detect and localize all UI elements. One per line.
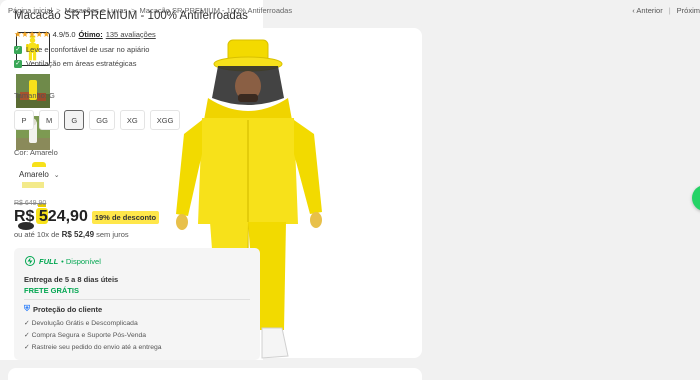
old-price: R$ 649,90 <box>14 200 47 207</box>
delivery-estimate: Entrega de 5 a 8 dias úteis <box>24 275 119 284</box>
size-selector: P M G GG XG XGG <box>14 110 181 130</box>
rating-value: 4.9/5.0 <box>52 30 76 39</box>
price-row: R$ 524,90 19% de desconto <box>14 208 160 226</box>
discount-badge: 19% de desconto <box>91 210 160 224</box>
size-option-m[interactable]: M <box>39 110 60 130</box>
gallery-bottom-strip <box>8 368 422 380</box>
chevron-down-icon: ⌄ <box>53 171 60 179</box>
size-option-gg[interactable]: GG <box>89 110 115 130</box>
installments-prefix: ou até 10x de <box>14 230 60 239</box>
installments-value: R$ 52,49 <box>61 230 95 239</box>
protection-bullet: ✓ Compra Segura e Suporte Pós-Venda <box>24 332 147 339</box>
feature-text: Ventilação em áreas estratégicas <box>26 59 137 68</box>
divider <box>24 299 250 300</box>
size-label: Tamanho: G <box>14 91 55 100</box>
feature-text: Leve e confortável de usar no apiário <box>26 45 150 54</box>
full-label: FULL <box>39 256 59 266</box>
installments-suffix: sem juros <box>96 230 129 239</box>
free-shipping-label: FRETE GRÁTIS <box>24 286 80 295</box>
rating-stars-icon: ★★★★★ <box>14 29 50 39</box>
color-value: Amarelo <box>19 170 49 179</box>
pager-divider: | <box>668 6 671 15</box>
previous-product-link[interactable]: ‹ Anterior <box>632 6 662 15</box>
current-price: R$ 524,90 <box>14 208 88 225</box>
size-option-xgg[interactable]: XGG <box>149 110 181 130</box>
size-option-xg[interactable]: XG <box>119 110 145 130</box>
full-availability: FULL • Disponível <box>24 256 101 266</box>
check-icon: ✓ <box>14 45 22 54</box>
feature-item: ✓ Leve e confortável de usar no apiário <box>14 45 149 54</box>
next-product-link[interactable]: Próxim <box>677 6 700 15</box>
color-label: Cor: Amarelo <box>14 148 58 157</box>
shipping-box: FULL • Disponível Entrega de 5 a 8 dias … <box>14 248 260 360</box>
check-icon: ✓ <box>14 59 22 68</box>
rating-label[interactable]: Ótimo: <box>79 30 103 39</box>
installments: ou até 10x de R$ 52,49 sem juros <box>14 230 129 239</box>
customer-protection-title: ⛨ Proteção do cliente <box>24 304 102 314</box>
product-rating: ★★★★★ 4.9/5.0 Ótimo: 135 avaliações <box>14 29 156 40</box>
color-dropdown[interactable]: Amarelo ⌄ <box>14 167 66 182</box>
whatsapp-icon[interactable] <box>692 185 700 211</box>
feature-item: ✓ Ventilação em áreas estratégicas <box>14 59 136 68</box>
shield-icon: ⛨ <box>24 304 30 313</box>
protection-bullet: ✓ Devolução Grátis e Descomplicada <box>24 320 138 327</box>
reviews-link[interactable]: 135 avaliações <box>106 30 156 39</box>
protection-bullet: ✓ Rastreie seu pedido do envio até a ent… <box>24 344 162 351</box>
protection-title-text: Proteção do cliente <box>33 304 103 314</box>
size-option-g[interactable]: G <box>64 110 85 130</box>
product-pager: ‹ Anterior | Próxim <box>632 6 700 15</box>
lightning-icon <box>25 256 35 266</box>
availability-status: • Disponível <box>61 256 101 266</box>
size-option-p[interactable]: P <box>14 110 34 130</box>
product-title: Macacão SR PREMIUM - 100% Antiferroadas <box>14 10 248 22</box>
